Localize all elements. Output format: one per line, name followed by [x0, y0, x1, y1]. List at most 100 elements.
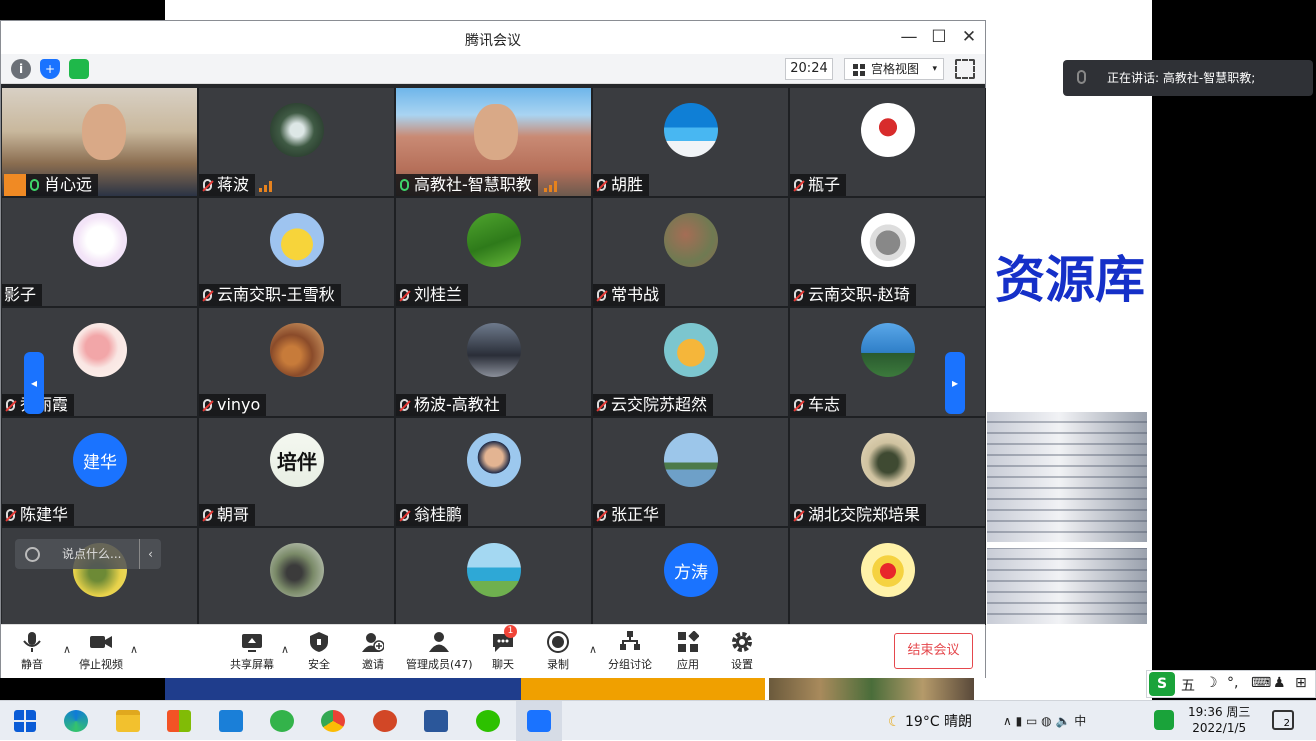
grid-icon[interactable]: ⊞	[1295, 675, 1307, 691]
participant-tile[interactable]: 云南交职-王雪秋	[199, 198, 394, 306]
comment-bar[interactable]: 说点什么... ‹	[15, 539, 161, 569]
clock[interactable]: 19:36 周三 2022/1/5	[1188, 704, 1250, 736]
ime-mode[interactable]: 五	[1181, 675, 1195, 695]
participant-tile[interactable]: 蒋波	[199, 88, 394, 196]
microphone-muted-icon	[794, 399, 803, 411]
end-meeting-button[interactable]: 结束会议	[894, 633, 973, 669]
fullscreen-icon[interactable]	[955, 59, 975, 79]
sogou-logo-icon[interactable]: S	[1149, 672, 1175, 696]
participant-tile[interactable]: 肖心远	[2, 88, 197, 196]
share-screen-button[interactable]: 共享屏幕	[230, 631, 274, 672]
slide-title: 资源库	[995, 251, 1145, 309]
wechat-icon[interactable]	[476, 710, 500, 732]
mute-label: 静音	[21, 658, 43, 671]
word-icon[interactable]	[424, 710, 448, 732]
avatar: 方涛	[664, 543, 718, 597]
participant-tile[interactable]: 胡胜	[593, 88, 788, 196]
file-explorer-icon[interactable]	[116, 710, 140, 732]
participant-name-text: 云南交职-赵琦	[808, 285, 910, 304]
info-icon[interactable]: i	[11, 59, 31, 79]
windows-start-icon[interactable]	[14, 710, 36, 732]
mic-options-caret[interactable]: ∧	[63, 643, 71, 656]
slide-blue-strip	[165, 678, 521, 700]
participant-tile[interactable]: 云交院苏超然	[593, 308, 788, 416]
manage-members-button[interactable]: 管理成员(47)	[406, 631, 473, 672]
keyboard-icon[interactable]: ⌨	[1251, 675, 1271, 691]
security-button[interactable]: 安全	[308, 631, 330, 672]
moon-icon[interactable]: ☽	[1205, 675, 1218, 691]
view-label: 宫格视图	[871, 62, 920, 76]
ime-toolbar[interactable]: S 五 ☽ °, ⌨ ♟ ⊞	[1146, 670, 1316, 698]
punctuation-icon[interactable]: °,	[1227, 675, 1238, 691]
participant-tile[interactable]: 培伴 朝哥	[199, 418, 394, 526]
stop-video-button[interactable]: 停止视频	[79, 631, 123, 672]
participant-tile[interactable]	[199, 528, 394, 625]
close-button[interactable]: ✕	[957, 26, 981, 50]
participant-name: 云交院苏超然	[593, 394, 714, 416]
maximize-button[interactable]: ☐	[927, 26, 951, 50]
microphone-icon	[1077, 70, 1086, 84]
participant-name-text: 蒋波	[217, 175, 250, 194]
participant-tile[interactable]: 杨波-高教社	[396, 308, 591, 416]
participant-tile[interactable]: 高教社-智慧职教	[396, 88, 591, 196]
participant-tile[interactable]: 云南交职-赵琦	[790, 198, 985, 306]
powerpoint-icon[interactable]	[373, 710, 397, 732]
collapse-icon[interactable]: ‹	[139, 539, 161, 569]
participant-name: 常书战	[593, 284, 666, 306]
participant-tile[interactable]: 瓶子	[790, 88, 985, 196]
participant-tile[interactable]: 建华 陈建华	[2, 418, 197, 526]
participant-name-text: 常书战	[611, 285, 660, 304]
shield-icon[interactable]: +	[40, 59, 60, 79]
sync-icon[interactable]	[270, 710, 294, 732]
weather-widget[interactable]: ☾ 19°C 晴朗	[888, 711, 972, 731]
store-icon[interactable]	[167, 710, 191, 732]
invite-button[interactable]: 邀请	[362, 631, 385, 672]
participant-tile[interactable]: vinyo	[199, 308, 394, 416]
notification-icon[interactable]: 2	[1272, 710, 1294, 730]
tencent-meeting-taskbar-item[interactable]	[516, 701, 562, 741]
avatar	[467, 543, 521, 597]
participant-name: 张正华	[593, 504, 666, 526]
participant-name-text: 湖北交院郑培果	[808, 505, 921, 524]
share-options-caret[interactable]: ∧	[281, 643, 289, 656]
stop-video-label: 停止视频	[79, 658, 123, 671]
system-tray[interactable]: ∧ ▮ ▭ ◍ 🔈 中	[1003, 712, 1086, 729]
participant-name-text: 朝哥	[217, 505, 250, 524]
next-page-button[interactable]: ▸	[945, 352, 965, 414]
participant-tile[interactable]: 张正华	[593, 418, 788, 526]
settings-button[interactable]: 设置	[731, 631, 753, 672]
participant-tile[interactable]: 方涛	[593, 528, 788, 625]
minimize-button[interactable]: —	[897, 26, 921, 50]
signal-icon[interactable]	[69, 59, 89, 79]
participant-tile[interactable]	[396, 528, 591, 625]
participant-tile[interactable]: 刘桂兰	[396, 198, 591, 306]
members-icon	[428, 631, 450, 653]
user-icon[interactable]: ♟	[1273, 675, 1286, 691]
edge-browser-icon[interactable]	[64, 710, 88, 732]
participant-name-text: 高教社-智慧职教	[414, 175, 532, 194]
participant-tile[interactable]: 常书战	[593, 198, 788, 306]
previous-page-button[interactable]: ◂	[24, 352, 44, 414]
record-options-caret[interactable]: ∧	[589, 643, 597, 656]
apps-button[interactable]: 应用	[677, 630, 700, 672]
invite-label: 邀请	[362, 658, 384, 671]
title-bar[interactable]: 腾讯会议 — ☐ ✕	[1, 21, 985, 54]
emoji-icon[interactable]	[25, 547, 40, 562]
participant-tile[interactable]	[790, 528, 985, 625]
mute-button[interactable]: 静音	[21, 631, 43, 672]
network-signal-icon	[544, 181, 557, 192]
breakout-rooms-button[interactable]: 分组讨论	[608, 631, 652, 672]
video-options-caret[interactable]: ∧	[130, 643, 138, 656]
chat-button[interactable]: 1 聊天	[492, 625, 517, 672]
view-switch-button[interactable]: 宫格视图 ▾	[844, 58, 944, 80]
chrome-icon[interactable]	[321, 710, 345, 732]
sogou-tray-icon[interactable]	[1154, 710, 1174, 730]
record-label: 录制	[547, 658, 569, 671]
record-button[interactable]: 录制	[547, 631, 569, 672]
mail-icon[interactable]	[219, 710, 243, 732]
chat-badge: 1	[504, 625, 517, 638]
comment-input[interactable]: 说点什么...	[62, 539, 121, 569]
participant-tile[interactable]: 影子	[2, 198, 197, 306]
participant-tile[interactable]: 湖北交院郑培果	[790, 418, 985, 526]
participant-tile[interactable]: 翁桂鹏	[396, 418, 591, 526]
